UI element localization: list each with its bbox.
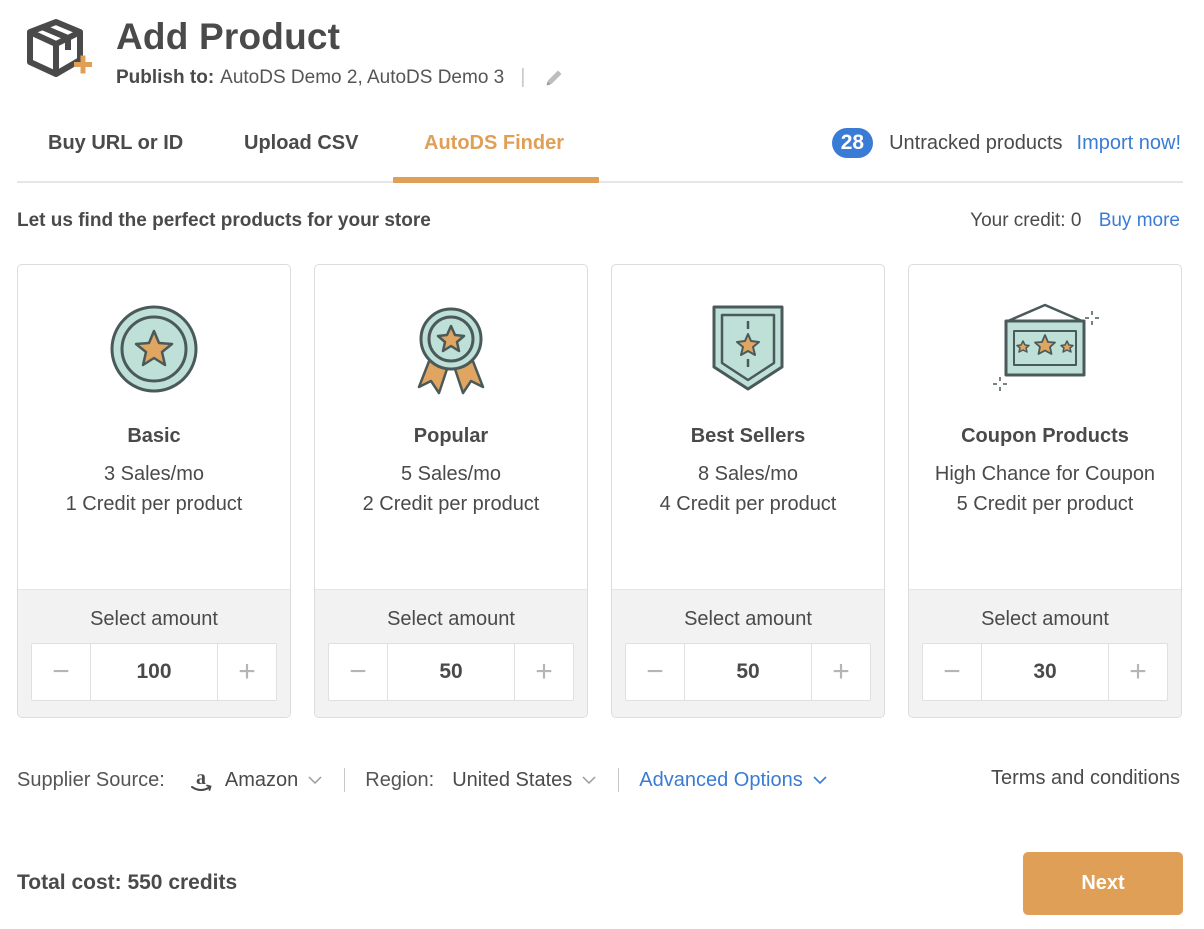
plan-sales: 5 Sales/mo [400,463,502,485]
tab-autods-finder[interactable]: AutoDS Finder [424,132,564,155]
decrement-button[interactable]: − [32,644,90,700]
page-header: Add Product Publish to: AutoDS Demo 2, A… [24,14,1184,94]
publish-stores: AutoDS Demo 2, AutoDS Demo 3 [220,66,505,88]
amazon-logo-icon: a [190,767,212,791]
credit-info: Your credit: 0 Buy more [970,210,1180,232]
untracked-label: Untracked products [889,131,1063,154]
publish-label: Publish to: [116,66,215,88]
decrement-button[interactable]: − [626,644,684,700]
shield-star-icon [712,305,784,391]
increment-button[interactable]: + [218,644,276,700]
plan-credit: 2 Credit per product [362,493,540,515]
advanced-options-toggle[interactable]: Advanced Options [639,769,802,792]
publish-to: Publish to: AutoDS Demo 2, AutoDS Demo 3… [116,66,565,89]
plan-credit: 4 Credit per product [659,493,837,515]
plan-sales: 3 Sales/mo [103,463,205,485]
plan-card-basic[interactable]: Basic 3 Sales/mo 1 Credit per product Se… [17,264,291,718]
increment-button[interactable]: + [1109,644,1167,700]
untracked-products: 28 Untracked products Import now! [831,128,1181,158]
chevron-down-icon[interactable] [813,775,827,785]
plan-card-popular[interactable]: Popular 5 Sales/mo 2 Credit per product … [314,264,588,718]
finder-subtitle: Let us find the perfect products for you… [17,210,431,231]
plan-card-coupon-products[interactable]: Coupon Products High Chance for Coupon 5… [908,264,1182,718]
plan-credit: 5 Credit per product [956,493,1134,515]
tab-upload-csv[interactable]: Upload CSV [244,132,358,155]
plan-credit: 1 Credit per product [65,493,243,515]
amount-stepper: − 50 + [625,643,871,701]
ribbon-award-icon [417,307,485,395]
region-select[interactable]: United States [452,769,572,792]
supplier-source-label: Supplier Source: [17,768,165,791]
select-amount-label: Select amount [981,608,1109,630]
credit-label: Your credit: 0 [970,210,1082,231]
next-button[interactable]: Next [1023,852,1183,915]
increment-button[interactable]: + [812,644,870,700]
page-title: Add Product [116,16,341,57]
svg-text:a: a [196,767,206,789]
edit-pencil-icon[interactable] [543,67,565,89]
plan-sales: High Chance for Coupon [934,463,1156,485]
active-tab-indicator [393,177,599,183]
plan-card-best-sellers[interactable]: Best Sellers 8 Sales/mo 4 Credit per pro… [611,264,885,718]
select-amount-label: Select amount [387,608,515,630]
terms-link[interactable]: Terms and conditions [991,767,1180,790]
plan-name: Basic [127,425,181,447]
region-label: Region: [365,768,435,791]
amount-stepper: − 50 + [328,643,574,701]
decrement-button[interactable]: − [329,644,387,700]
import-now-link[interactable]: Import now! [1077,132,1181,155]
publish-separator: | [520,66,526,88]
chevron-down-icon[interactable] [582,775,596,785]
divider [344,768,346,792]
chevron-down-icon[interactable] [308,775,322,785]
decrement-button[interactable]: − [923,644,981,700]
increment-button[interactable]: + [515,644,573,700]
plan-name: Popular [413,425,489,447]
select-amount-label: Select amount [684,608,812,630]
amount-input[interactable]: 100 [90,644,218,700]
amount-input[interactable]: 50 [387,644,515,700]
filters-row: Supplier Source: a Amazon Region: United… [17,764,827,796]
amount-input[interactable]: 30 [981,644,1109,700]
medal-star-icon [110,305,198,393]
plan-name: Coupon Products [961,425,1129,447]
buy-more-link[interactable]: Buy more [1099,210,1180,231]
plan-sales: 8 Sales/mo [697,463,799,485]
amount-stepper: − 100 + [31,643,277,701]
amount-stepper: − 30 + [922,643,1168,701]
tab-bar: Buy URL or ID Upload CSV AutoDS Finder 2… [17,110,1183,183]
supplier-source-select[interactable]: Amazon [225,769,298,792]
tab-buy-url[interactable]: Buy URL or ID [48,132,183,155]
add-product-box-icon [27,19,92,77]
untracked-count-badge: 28 [831,128,874,158]
divider [618,768,620,792]
select-amount-label: Select amount [90,608,218,630]
plan-name: Best Sellers [690,425,806,447]
amount-input[interactable]: 50 [684,644,812,700]
total-cost: Total cost: 550 credits [17,871,238,894]
coupon-sign-icon [993,303,1099,391]
